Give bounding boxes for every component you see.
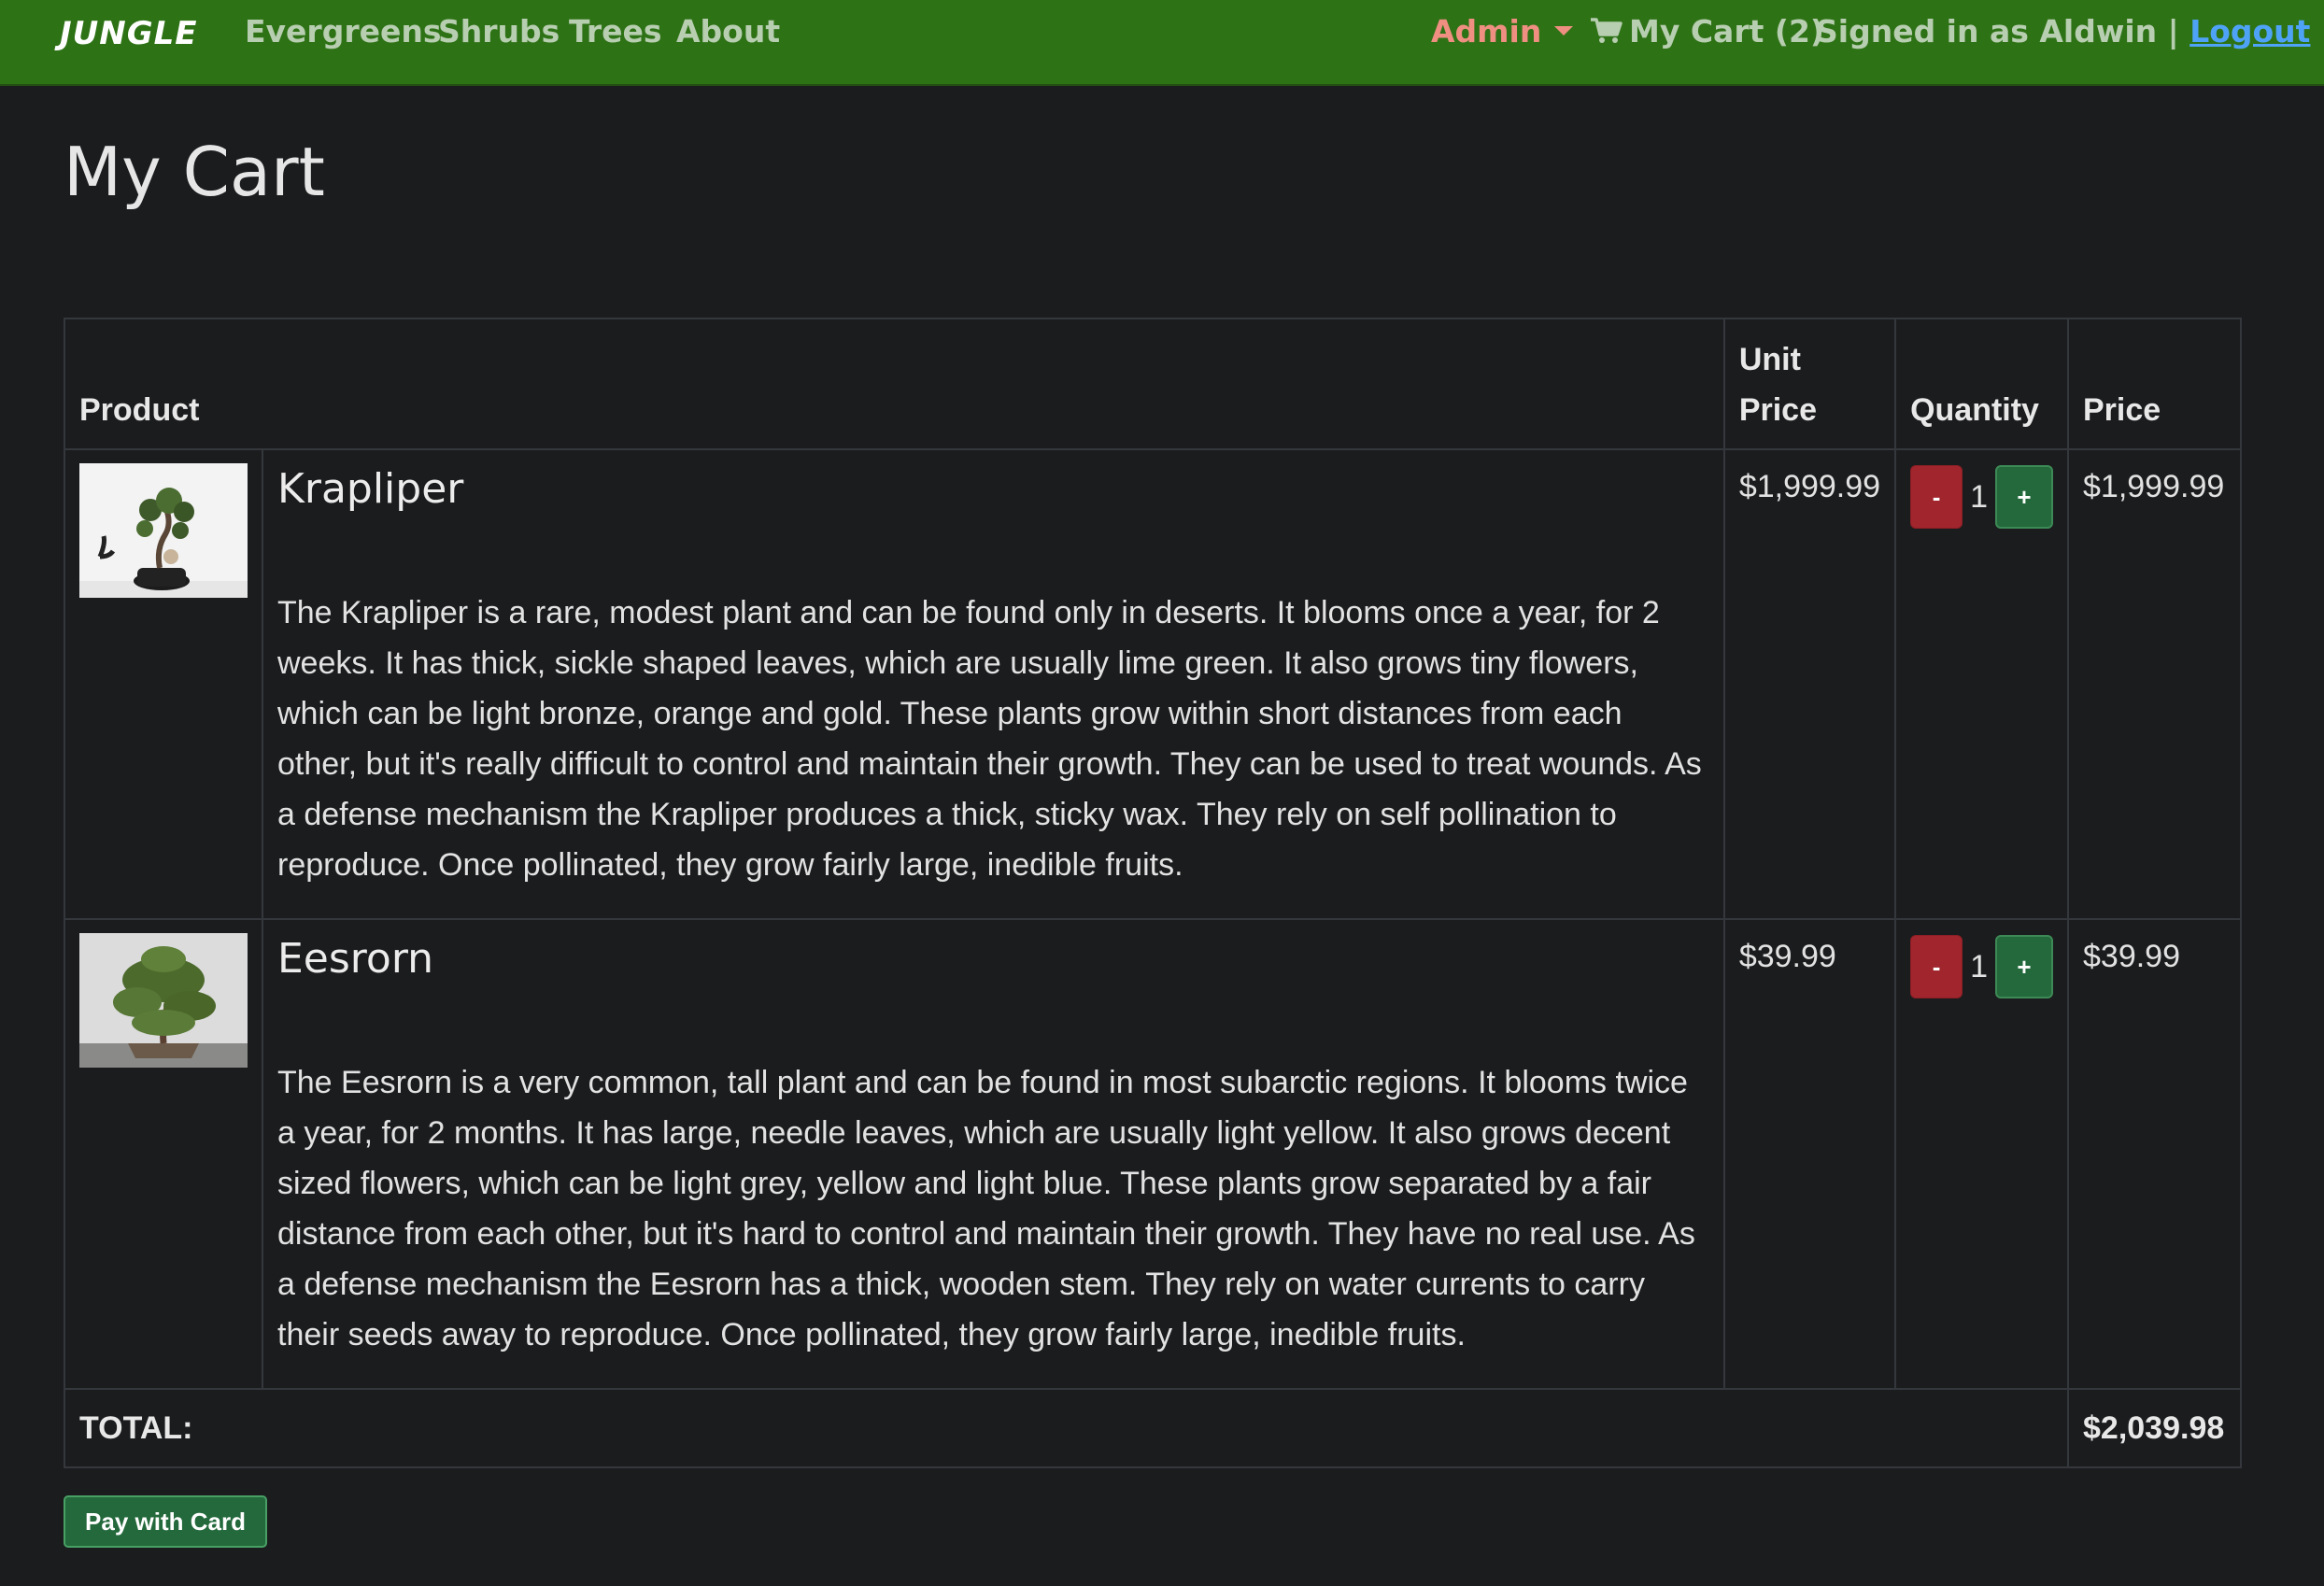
header-quantity: Quantity — [1894, 318, 2069, 450]
page-title: My Cart — [64, 133, 325, 211]
logout-link[interactable]: Logout — [2189, 13, 2310, 50]
my-cart-label: My Cart (2) — [1629, 13, 1824, 50]
line-price: $1,999.99 — [2083, 469, 2225, 504]
line-price: $39.99 — [2083, 939, 2180, 974]
my-cart-link[interactable]: My Cart (2) — [1590, 13, 1824, 52]
line-price-cell: $39.99 — [2067, 918, 2242, 1390]
pay-with-card-button[interactable]: Pay with Card — [64, 1495, 267, 1548]
product-thumbnail — [79, 933, 248, 1068]
increase-quantity-button[interactable]: + — [1995, 935, 2053, 998]
unit-price: $1,999.99 — [1738, 469, 1881, 504]
product-info-cell: Krapliper The Krapliper is a rare, modes… — [262, 448, 1725, 920]
unit-price-cell: $1,999.99 — [1722, 448, 1897, 920]
product-description: The Eesrorn is a very common, tall plant… — [277, 1065, 1695, 1352]
quantity-stepper: - 1 + — [1910, 465, 2053, 529]
unit-price-cell: $39.99 — [1722, 918, 1897, 1390]
increase-quantity-button[interactable]: + — [1995, 465, 2053, 529]
table-row: Krapliper The Krapliper is a rare, modes… — [64, 448, 2242, 920]
decrease-quantity-button[interactable]: - — [1910, 935, 1963, 998]
product-name[interactable]: Krapliper — [277, 465, 1709, 513]
quantity-cell: - 1 + — [1894, 448, 2069, 920]
table-row: Eesrorn The Eesrorn is a very common, ta… — [64, 918, 2242, 1390]
decrease-quantity-button[interactable]: - — [1910, 465, 1963, 529]
total-row: TOTAL: $2,039.98 — [64, 1388, 2242, 1468]
product-image-cell — [64, 918, 263, 1390]
signed-in-text: Signed in as Aldwin | — [1816, 13, 2179, 50]
product-thumbnail — [79, 463, 248, 598]
shopping-cart-icon — [1590, 16, 1623, 52]
quantity-value: 1 — [1970, 478, 1988, 515]
signed-in-status: Signed in as Aldwin | Logout — [1816, 13, 2310, 50]
total-label-cell: TOTAL: — [64, 1388, 2069, 1468]
product-name[interactable]: Eesrorn — [277, 935, 1709, 983]
top-navbar: JUNGLE Evergreens Shrubs Trees About Adm… — [0, 0, 2324, 86]
quantity-stepper: - 1 + — [1910, 935, 2053, 998]
header-unit-price-label: Unit Price — [1738, 342, 1817, 428]
total-label: TOTAL: — [79, 1409, 193, 1446]
admin-dropdown[interactable]: Admin — [1431, 13, 1574, 50]
cart-table: Product Unit Price Quantity Price Krapli… — [64, 318, 2242, 1468]
nav-link-about[interactable]: About — [676, 13, 780, 50]
total-value-cell: $2,039.98 — [2067, 1388, 2242, 1468]
caret-down-icon — [1554, 25, 1574, 35]
quantity-value: 1 — [1970, 948, 1988, 984]
nav-link-trees[interactable]: Trees — [569, 13, 662, 50]
admin-dropdown-label: Admin — [1431, 13, 1542, 50]
unit-price: $39.99 — [1738, 939, 1836, 974]
nav-link-shrubs[interactable]: Shrubs — [438, 13, 560, 50]
table-header-row: Product Unit Price Quantity Price — [64, 318, 2242, 450]
quantity-cell: - 1 + — [1894, 918, 2069, 1390]
product-image-cell — [64, 448, 263, 920]
product-description: The Krapliper is a rare, modest plant an… — [277, 595, 1702, 883]
total-value: $2,039.98 — [2083, 1409, 2225, 1446]
header-price: Price — [2067, 318, 2242, 450]
line-price-cell: $1,999.99 — [2067, 448, 2242, 920]
brand-logo[interactable]: JUNGLE — [60, 15, 198, 52]
nav-link-evergreens[interactable]: Evergreens — [245, 13, 442, 50]
product-info-cell: Eesrorn The Eesrorn is a very common, ta… — [262, 918, 1725, 1390]
header-unit-price: Unit Price — [1722, 318, 1897, 450]
header-product: Product — [64, 318, 1725, 450]
